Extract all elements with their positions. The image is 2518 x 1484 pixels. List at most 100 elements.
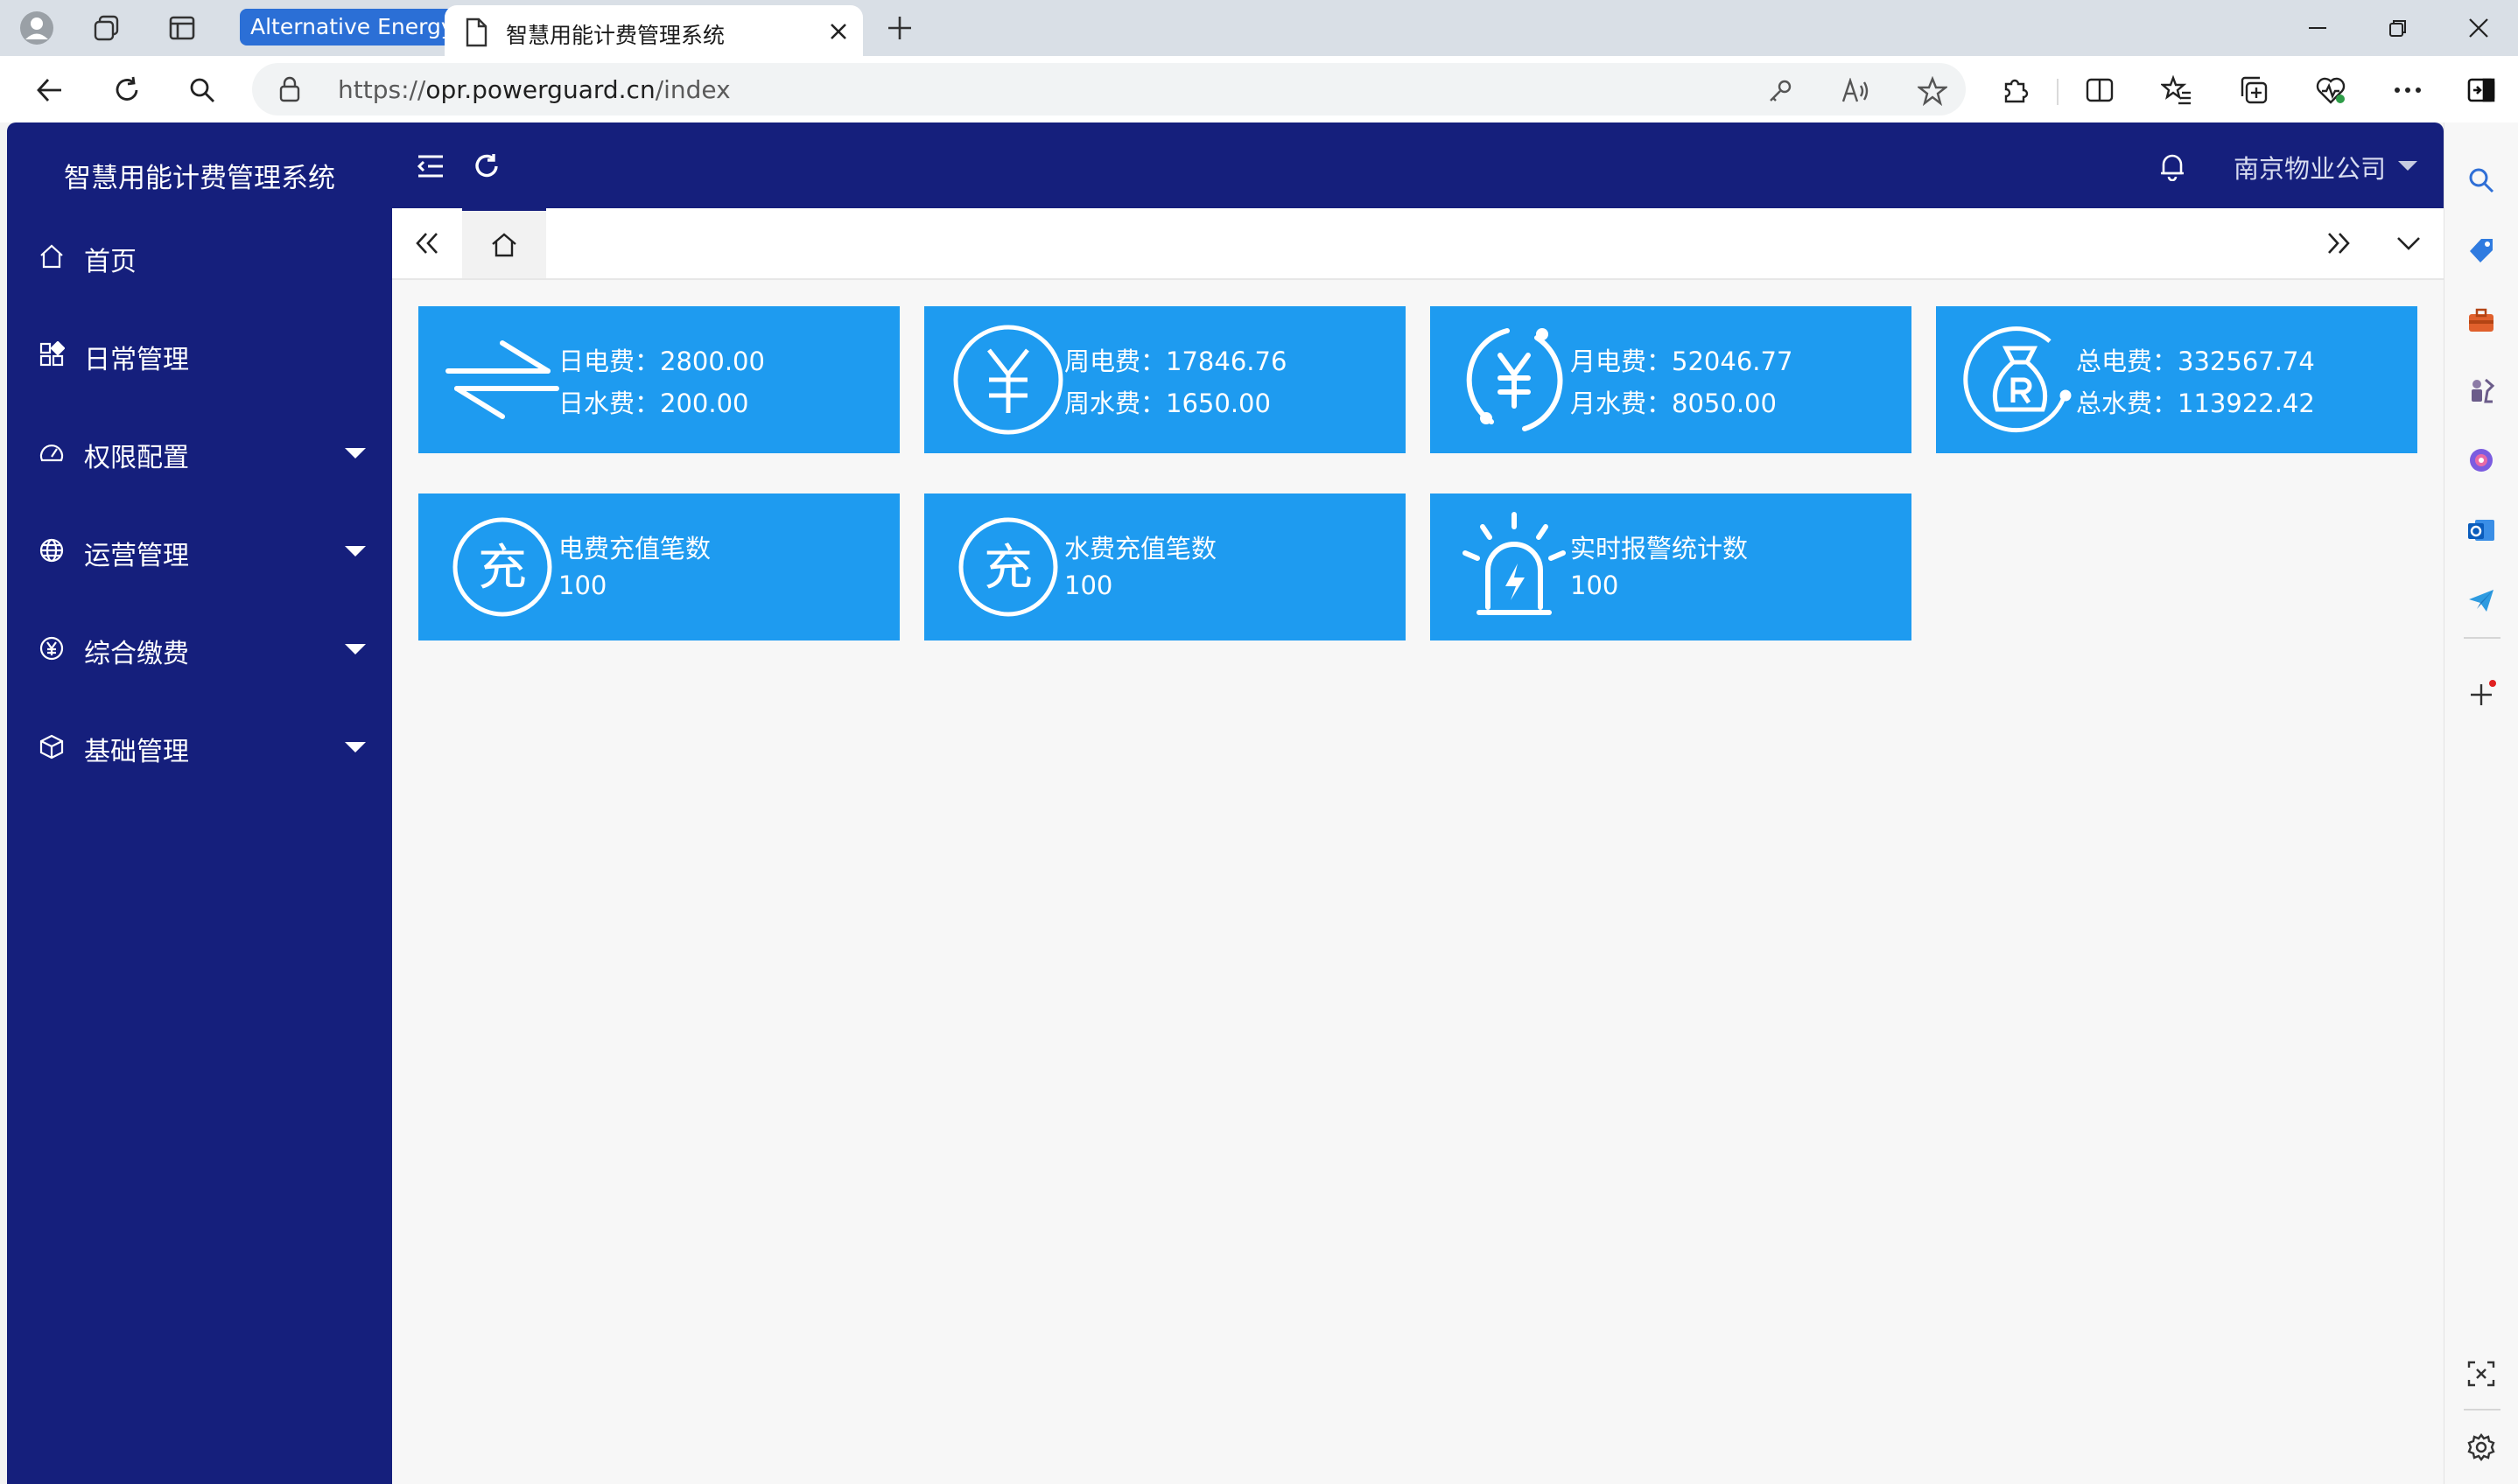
total-fee-card[interactable]: 总电费：332567.74 总水费：113922.42 [1936,306,2417,453]
new-tab-icon[interactable] [879,9,921,47]
tab-group-label[interactable]: Alternative Energy [240,9,465,46]
browser-essentials-icon[interactable] [2309,68,2353,112]
weekly-water-value: 1650.00 [1166,388,1271,418]
sidebar-search-icon[interactable] [2460,159,2502,201]
monthly-elec-value: 52046.77 [1672,346,1793,376]
document-icon [464,18,488,47]
elec-recharge-label: 电费充值笔数 [558,534,712,564]
monthly-water-label: 月水费： [1570,388,1673,418]
browser-toolbar: https://opr.powerguard.cn/index [0,56,2518,122]
sidebar-item-daily-management[interactable]: 日常管理 [7,312,392,396]
sidebar-item-operations[interactable]: 运营管理 [7,508,392,592]
send-plane-icon[interactable] [2460,579,2502,621]
sidebar-item-basic-management[interactable]: 基础管理 [7,704,392,788]
search-icon[interactable] [180,68,224,112]
expand-arrow-icon [345,546,366,556]
extensions-icon[interactable] [1994,68,2038,112]
notification-bell-icon[interactable] [2151,145,2193,187]
total-water-line: 总水费：113922.42 [2076,383,2315,420]
water-recharge-card[interactable]: 充 水费充值笔数 100 [924,494,1406,640]
globe-icon [39,537,65,564]
total-elec-label: 总电费： [2076,346,2178,376]
daily-water-label: 日水费： [558,388,661,418]
app-header: 南京物业公司 [392,122,2444,208]
weekly-water-label: 周水费： [1064,388,1167,418]
total-water-value: 113922.42 [2178,388,2315,418]
sidebar-item-label: 综合缴费 [84,639,189,669]
close-tab-icon[interactable] [824,18,852,46]
monthly-elec-line: 月电费：52046.77 [1570,341,1792,378]
vertical-tabs-icon[interactable] [163,9,201,47]
collapse-menu-icon[interactable] [410,145,452,187]
home-icon [39,243,65,270]
sidebar-toggle-icon[interactable] [2459,68,2503,112]
restore-icon[interactable] [2374,5,2423,51]
games-chess-icon[interactable] [2460,369,2502,411]
yen-cycle-icon [1456,322,1572,438]
tab-home[interactable] [462,208,546,278]
split-screen-icon[interactable] [2078,68,2122,112]
sidebar-item-home[interactable]: 首页 [7,214,392,298]
favorites-list-icon[interactable] [2155,68,2199,112]
copilot-icon[interactable] [2460,439,2502,481]
sidebar-item-permissions[interactable]: 权限配置 [7,410,392,494]
recharge-char: 充 [984,540,1033,597]
more-options-icon[interactable] [2386,68,2430,112]
read-aloud-icon[interactable] [1836,72,1875,110]
dashboard-icon [39,439,65,466]
tools-briefcase-icon[interactable] [2460,299,2502,341]
scroll-tabs-left-icon[interactable] [392,208,462,278]
home-tab-icon [492,232,516,256]
water-recharge-value: 100 [1064,570,1113,600]
active-browser-tab[interactable]: 智慧用能计费管理系统 [445,5,863,56]
sidebar-item-label: 权限配置 [84,443,189,473]
address-bar[interactable]: https://opr.powerguard.cn/index [252,63,1966,116]
shopping-tag-icon[interactable] [2460,229,2502,271]
add-sidebar-app-icon[interactable] [2460,674,2502,716]
sidebar-item-payment[interactable]: 综合缴费 [7,606,392,690]
active-tab-title: 智慧用能计费管理系统 [506,23,726,48]
minimize-icon[interactable] [2293,5,2342,51]
daily-fee-card[interactable]: 日电费：2800.00 日水费：200.00 [418,306,900,453]
alarm-siren-icon [1456,509,1572,625]
site-info-lock-icon[interactable] [278,76,301,102]
sidebar-settings-gear-icon[interactable] [2460,1426,2502,1468]
monthly-fee-card[interactable]: 月电费：52046.77 月水费：8050.00 [1430,306,1911,453]
weekly-elec-label: 周电费： [1064,346,1167,376]
daily-elec-label: 日电费： [558,346,661,376]
apps-icon [39,341,65,368]
expand-arrow-icon [345,742,366,752]
toolbar-divider [2057,79,2059,105]
password-key-icon[interactable] [1761,72,1799,110]
alarm-stats-value: 100 [1570,570,1619,600]
company-dropdown-caret-icon[interactable] [2398,161,2417,171]
tab-options-chevron-down-icon[interactable] [2374,208,2444,278]
screenshot-icon[interactable] [2460,1353,2502,1395]
exchange-arrows-icon [445,322,560,438]
money-bag-icon [1962,322,2078,438]
left-sidebar: 智慧用能计费管理系统 首页 日常管理 权限配置 运营管理 综合缴费 基础管理 [7,122,392,1484]
back-icon[interactable] [28,68,72,112]
url-text[interactable]: https://opr.powerguard.cn/index [338,75,731,104]
browser-tab-bar: Alternative Energy 智慧用能计费管理系统 [0,0,2518,56]
total-water-label: 总水费： [2076,388,2178,418]
workspaces-icon[interactable] [88,9,126,47]
refresh-icon[interactable] [105,68,149,112]
profile-avatar-icon[interactable] [18,9,56,47]
daily-elec-line: 日电费：2800.00 [558,341,765,378]
company-selector[interactable]: 南京物业公司 [2234,149,2386,186]
alarm-stats-card[interactable]: 实时报警统计数 100 [1430,494,1911,640]
elec-recharge-card[interactable]: 充 电费充值笔数 100 [418,494,900,640]
outlook-icon[interactable] [2460,509,2502,551]
scroll-tabs-right-icon[interactable] [2304,208,2374,278]
weekly-fee-card[interactable]: 周电费：17846.76 周水费：1650.00 [924,306,1406,453]
recharge-char: 充 [478,540,527,597]
close-window-icon[interactable] [2454,5,2503,51]
total-elec-line: 总电费：332567.74 [2076,341,2315,378]
favorite-star-icon[interactable] [1913,72,1952,110]
weekly-elec-line: 周电费：17846.76 [1064,341,1287,378]
collections-icon[interactable] [2232,68,2276,112]
yen-circle-icon [950,322,1066,438]
water-recharge-label: 水费充值笔数 [1064,534,1217,564]
reload-page-icon[interactable] [466,145,508,187]
